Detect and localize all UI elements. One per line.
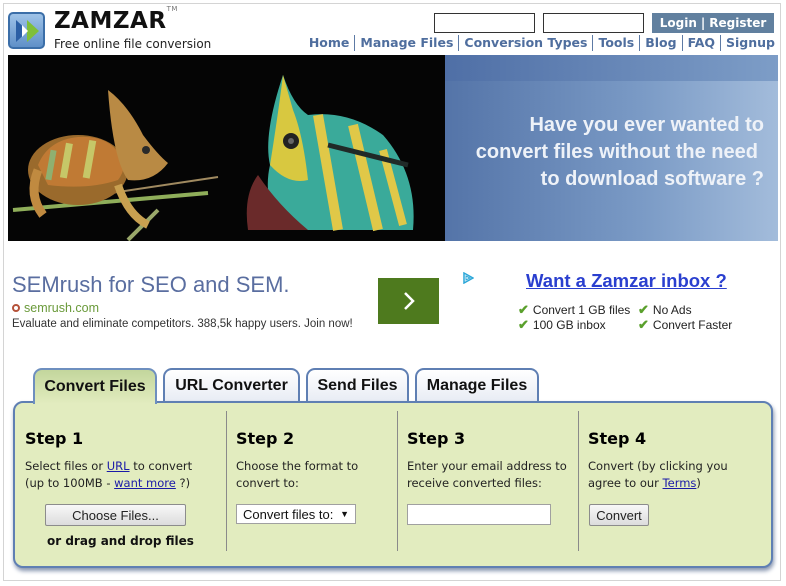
trademark: TM (166, 5, 178, 14)
convert-button[interactable]: Convert (589, 504, 649, 526)
text: Enter your email address to (407, 459, 567, 473)
step-3: Step 3 Enter your email address to receiv… (407, 413, 577, 549)
text: Select files or (25, 459, 107, 473)
inbox-feature: ✔ No Ads (638, 302, 692, 318)
zamzar-logo-icon[interactable] (8, 12, 45, 49)
want-more-link[interactable]: want more (114, 476, 176, 490)
main-nav: Home Manage Files Conversion Types Tools… (304, 35, 775, 51)
text: ) (696, 475, 701, 490)
username-input[interactable] (434, 13, 535, 33)
step-divider (226, 411, 227, 551)
checkmark-icon: ✔ (638, 317, 649, 332)
checkmark-icon: ✔ (518, 302, 529, 317)
nav-tools[interactable]: Tools (592, 35, 639, 51)
terms-link[interactable]: Terms (663, 476, 697, 490)
text: Convert (by clicking you (588, 459, 728, 473)
nav-conversion-types[interactable]: Conversion Types (458, 35, 592, 51)
hero-headline: Have you ever wanted to convert files wi… (476, 112, 764, 193)
step-2-title: Step 2 (236, 429, 295, 448)
inbox-feature: ✔ 100 GB inbox (518, 317, 606, 333)
hero-line: convert files without the need (475, 141, 758, 163)
dropdown-arrow-icon: ▼ (340, 509, 349, 519)
nav-faq[interactable]: FAQ (681, 35, 720, 51)
brand-text: ZAMZAR (54, 8, 167, 34)
nav-manage-files[interactable]: Manage Files (354, 35, 458, 51)
zamzar-inbox-link[interactable]: Want a Zamzar inbox ? (526, 270, 727, 292)
text: (up to 100MB - (25, 475, 115, 490)
hero-line: Have you ever wanted to (529, 114, 764, 136)
nav-home[interactable]: Home (304, 35, 355, 51)
register-link[interactable]: Register (709, 16, 766, 30)
tab-url-converter[interactable]: URL Converter (163, 368, 300, 401)
url-link[interactable]: URL (107, 459, 130, 473)
brand-name[interactable]: ZAMZARTM (54, 5, 178, 34)
convert-panel: Step 1 Select files or URL to convert (up… (13, 401, 773, 568)
text: to convert (129, 459, 193, 473)
tab-convert-files[interactable]: Convert Files (33, 368, 157, 404)
ad-open-button[interactable] (378, 278, 439, 324)
step-4: Step 4 Convert (by clicking you agree to … (588, 413, 758, 549)
ad-url[interactable]: semrush.com (12, 301, 99, 315)
email-input[interactable] (407, 504, 551, 525)
feature-text: Convert Faster (652, 318, 733, 332)
text: agree to our (588, 475, 663, 490)
feature-text: No Ads (652, 303, 692, 317)
chevron-right-icon (403, 292, 415, 310)
checkmark-icon: ✔ (638, 302, 649, 317)
text: convert to: (236, 475, 299, 490)
ad-title[interactable]: SEMrush for SEO and SEM. (12, 272, 290, 298)
step-1-instructions: Select files or URL to convert (up to 100… (25, 458, 192, 491)
ad-description: Evaluate and eliminate competitors. 388,… (12, 318, 353, 330)
choose-files-button[interactable]: Choose Files... (45, 504, 186, 526)
inbox-feature: ✔ Convert 1 GB files (518, 302, 630, 318)
format-select[interactable]: Convert files to: ▼ (236, 504, 356, 524)
step-1: Step 1 Select files or URL to convert (up… (25, 413, 225, 549)
drag-drop-hint: or drag and drop files (47, 534, 194, 548)
tagline: Free online file conversion (54, 37, 212, 51)
feature-text: 100 GB inbox (532, 318, 606, 332)
ad-url-text: semrush.com (24, 301, 100, 315)
step-4-title: Step 4 (588, 429, 647, 448)
hero-message-panel: Have you ever wanted to convert files wi… (445, 55, 778, 241)
tab-manage-files[interactable]: Manage Files (415, 368, 539, 401)
step-divider (397, 411, 398, 551)
location-ring-icon (12, 304, 20, 312)
step-4-instructions: Convert (by clicking you agree to our Ter… (588, 458, 728, 491)
tab-send-files[interactable]: Send Files (306, 368, 409, 401)
separator: | (700, 16, 706, 30)
login-register-bar: Login | Register (652, 13, 774, 33)
text: Choose the format to (236, 459, 359, 473)
step-3-title: Step 3 (407, 429, 466, 448)
feature-text: Convert 1 GB files (532, 303, 631, 317)
hero-line: to download software ? (540, 168, 764, 190)
login-link[interactable]: Login (660, 16, 697, 30)
step-2-instructions: Choose the format to convert to: (236, 458, 358, 491)
nav-blog[interactable]: Blog (639, 35, 681, 51)
text: ?) (175, 475, 191, 490)
text: receive converted files: (407, 475, 542, 490)
step-divider (578, 411, 579, 551)
adchoices-icon[interactable] (462, 272, 474, 284)
inbox-feature: ✔ Convert Faster (638, 317, 732, 333)
password-input[interactable] (543, 13, 644, 33)
hero-banner: Have you ever wanted to convert files wi… (8, 55, 778, 241)
select-value: Convert files to: (243, 506, 334, 522)
chameleons-illustration (12, 75, 414, 241)
step-2: Step 2 Choose the format to convert to: (236, 413, 396, 549)
step-3-instructions: Enter your email address to receive conve… (407, 458, 567, 491)
step-1-title: Step 1 (25, 429, 84, 448)
chameleon-image (8, 55, 445, 241)
nav-signup[interactable]: Signup (720, 35, 775, 51)
checkmark-icon: ✔ (518, 317, 529, 332)
